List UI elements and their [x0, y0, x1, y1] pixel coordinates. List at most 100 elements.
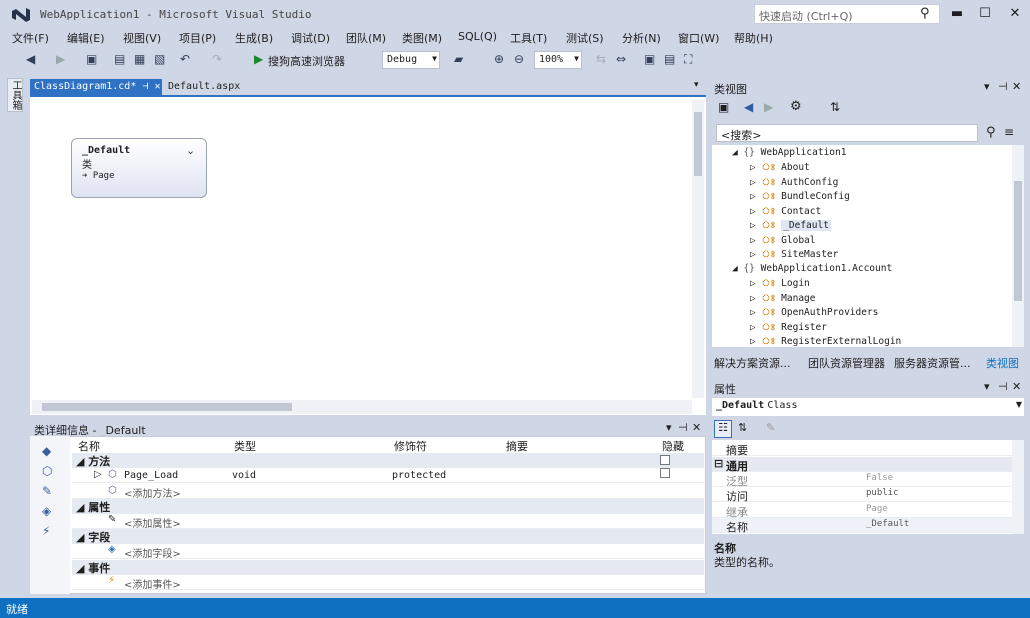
- column-name[interactable]: 名称: [78, 438, 100, 453]
- open-file-icon[interactable]: ▤: [114, 52, 125, 66]
- grid-icon[interactable]: ▣: [644, 52, 655, 66]
- pin-icon[interactable]: ⊣: [998, 80, 1008, 93]
- column-summary[interactable]: 摘要: [506, 438, 528, 453]
- table-row[interactable]: ▷ ⬡ Page_Load void protected: [72, 468, 704, 483]
- group-methods[interactable]: ◢ 方法: [72, 453, 704, 468]
- menu-build[interactable]: 生成(B): [235, 30, 273, 46]
- property-row[interactable]: 泛型 False: [712, 472, 1012, 488]
- sync-icon[interactable]: ⇅: [830, 100, 840, 114]
- collapse-icon[interactable]: ◢: [76, 501, 88, 514]
- settings-gear-icon[interactable]: ⚙: [790, 99, 802, 114]
- filter-icon[interactable]: ≡: [1004, 125, 1014, 139]
- pin-icon[interactable]: ⊣: [142, 81, 148, 92]
- method-modifier[interactable]: protected: [392, 470, 446, 481]
- expand-chevron-icon[interactable]: ⌄: [186, 144, 195, 157]
- menu-tools[interactable]: 工具(T): [510, 30, 547, 46]
- menu-file[interactable]: 文件(F): [12, 30, 49, 46]
- group-events[interactable]: ◢ 事件: [72, 560, 704, 575]
- tab-overflow-icon[interactable]: ▾: [694, 80, 699, 90]
- save-icon[interactable]: ▦: [134, 52, 145, 66]
- export-icon[interactable]: ▤: [664, 52, 675, 66]
- tree-item[interactable]: ▷ ঃ Global: [750, 234, 815, 249]
- tree-item[interactable]: ▷ ঃ SiteMaster: [750, 248, 838, 263]
- group-properties[interactable]: ◢ 属性: [72, 499, 704, 514]
- menu-project[interactable]: 项目(P): [179, 30, 216, 46]
- property-row[interactable]: 访问 public: [712, 487, 1012, 503]
- property-row[interactable]: 名称 _Default: [712, 518, 1012, 534]
- tab-server-explorer[interactable]: 服务器资源管...: [894, 355, 971, 371]
- tree-item[interactable]: ▷ ঃ Contact: [750, 205, 821, 220]
- forward-icon[interactable]: ▶: [764, 100, 773, 114]
- tree-namespace[interactable]: ◢ {} WebApplication1.Account: [732, 263, 892, 274]
- tree-item[interactable]: ▷ ঃ About: [750, 161, 810, 176]
- configuration-select[interactable]: Debug ▼: [382, 51, 440, 69]
- collapse-icon[interactable]: ◢: [76, 531, 88, 544]
- menu-sql[interactable]: SQL(Q): [458, 30, 497, 43]
- minimize-button[interactable]: ▬: [942, 4, 972, 24]
- menu-help[interactable]: 帮助(H): [734, 30, 773, 46]
- methods-hidden-checkbox[interactable]: [660, 455, 670, 465]
- tab-team-explorer[interactable]: 团队资源管理器: [808, 355, 885, 371]
- categorized-icon[interactable]: ☷: [714, 420, 732, 438]
- menu-test[interactable]: 测试(S): [566, 30, 604, 46]
- tree-item[interactable]: ▷ ঃ Login: [750, 277, 810, 292]
- search-icon[interactable]: ⚲: [986, 125, 996, 140]
- collapse-icon[interactable]: ⊟: [714, 457, 723, 470]
- menu-debug[interactable]: 调试(D): [291, 30, 330, 46]
- class-diagram-tool-icon[interactable]: ▰: [454, 52, 463, 66]
- field-icon[interactable]: ◈: [42, 504, 51, 518]
- tab-solution-explorer[interactable]: 解决方案资源...: [714, 355, 791, 371]
- pin-icon[interactable]: ⊣: [998, 380, 1008, 393]
- undo-icon[interactable]: ↶: [180, 52, 190, 66]
- class-view-search-input[interactable]: <搜索>: [716, 124, 978, 142]
- add-property-row[interactable]: ✎ <添加属性>: [72, 514, 704, 530]
- class-view-scrollbar[interactable]: [1012, 145, 1024, 347]
- column-modifier[interactable]: 修饰符: [394, 438, 427, 453]
- property-category[interactable]: ⊟ 通用: [712, 457, 1012, 473]
- method-expand-icon[interactable]: ▷: [94, 469, 102, 480]
- properties-scrollbar[interactable]: [1012, 440, 1024, 534]
- collapse-icon[interactable]: ◢: [76, 562, 88, 575]
- zoom-in-icon[interactable]: ⊕: [494, 52, 504, 66]
- run-icon[interactable]: ▶: [254, 52, 263, 66]
- menu-edit[interactable]: 编辑(E): [67, 30, 105, 46]
- property-row[interactable]: 继承 Page: [712, 503, 1012, 519]
- menu-analyze[interactable]: 分析(N): [622, 30, 661, 46]
- tree-item[interactable]: ▷ ঃ OpenAuthProviders: [750, 306, 878, 321]
- close-icon[interactable]: ✕: [154, 81, 160, 92]
- designer-horizontal-scrollbar[interactable]: [32, 400, 692, 414]
- property-icon[interactable]: ✎: [42, 484, 52, 498]
- run-browser-label[interactable]: 搜狗高速浏览器: [268, 53, 345, 69]
- tree-item[interactable]: ▷ ঃ AuthConfig: [750, 176, 838, 191]
- new-folder-icon[interactable]: ▣: [718, 100, 729, 114]
- fit-icon[interactable]: ⇔: [616, 52, 626, 66]
- tab-class-view[interactable]: 类视图: [986, 355, 1019, 371]
- tree-item[interactable]: ▷ ঃ BundleConfig: [750, 190, 850, 205]
- zoom-out-icon[interactable]: ⊖: [514, 52, 524, 66]
- chevron-down-icon[interactable]: ▾: [984, 380, 990, 393]
- layout-diagram-icon[interactable]: ⛶: [684, 52, 692, 67]
- tree-namespace[interactable]: ◢ {} WebApplication1: [732, 147, 846, 158]
- close-icon[interactable]: ✕: [1012, 380, 1021, 393]
- event-icon[interactable]: ⚡: [42, 524, 50, 538]
- tab-class-diagram[interactable]: ClassDiagram1.cd* ⊣ ✕: [30, 79, 162, 95]
- chevron-down-icon[interactable]: ▾: [666, 421, 672, 434]
- tree-item[interactable]: ▷ ঃ Manage: [750, 292, 815, 307]
- search-icon[interactable]: ⚲: [920, 6, 930, 21]
- add-method-row[interactable]: ⬡ <添加方法>: [72, 484, 704, 500]
- tree-item[interactable]: ▷ ঃ RegisterExternalLogin: [750, 335, 901, 350]
- menu-team[interactable]: 团队(M): [346, 30, 386, 46]
- method-type[interactable]: void: [232, 470, 256, 481]
- menu-view[interactable]: 视图(V): [123, 30, 161, 46]
- layout-icon[interactable]: ⇆: [596, 52, 606, 66]
- quick-launch-input[interactable]: 快速启动 (Ctrl+Q): [754, 4, 940, 24]
- collapse-icon[interactable]: ◢: [76, 455, 88, 468]
- tab-default-aspx[interactable]: Default.aspx: [164, 79, 244, 95]
- menu-window[interactable]: 窗口(W): [678, 30, 719, 46]
- tree-item[interactable]: ▷ ঃ Register: [750, 321, 827, 336]
- method-icon[interactable]: ⬡: [42, 464, 52, 478]
- maximize-button[interactable]: ☐: [970, 4, 1000, 24]
- add-field-placeholder[interactable]: <添加字段>: [124, 545, 181, 560]
- back-icon[interactable]: ◀: [744, 100, 753, 114]
- method-name[interactable]: Page_Load: [124, 470, 178, 481]
